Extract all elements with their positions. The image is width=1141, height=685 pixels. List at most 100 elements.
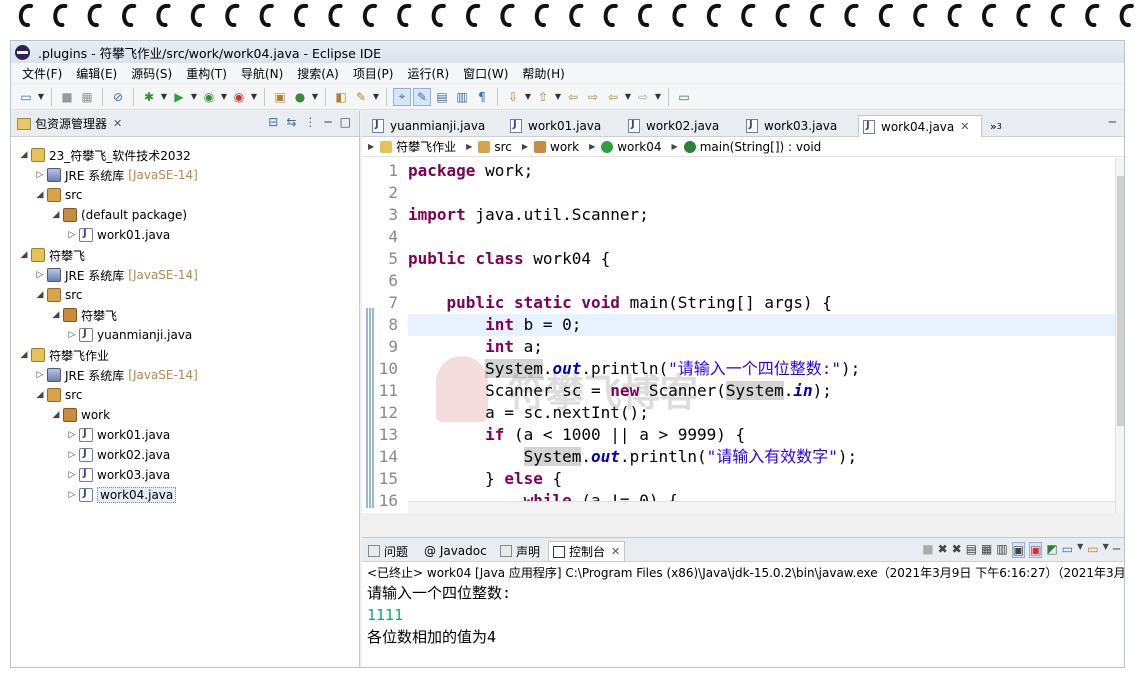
tree-item[interactable]: ◢ 符攀飞 — [51, 305, 117, 325]
code-line[interactable]: package work; — [408, 160, 1115, 182]
menu-project[interactable]: 项目(P) — [346, 65, 401, 82]
code-line[interactable]: public class work04 { — [408, 248, 1115, 270]
code-area[interactable]: 1 2 3 4 5 6 7 8 9 10 11 12 13 14 15 16 package work; imp… — [362, 158, 1124, 513]
tab-overflow[interactable]: » 3 — [986, 115, 1002, 137]
collapsed-arrow-icon[interactable]: ▷ — [67, 230, 77, 240]
tree-item[interactable]: ▷ work03.java — [67, 465, 170, 485]
breadcrumb-item[interactable]: ▶ 符攀飞作业 — [368, 138, 456, 155]
expanded-arrow-icon[interactable]: ◢ — [19, 250, 29, 260]
block-selection-icon[interactable]: ▤ — [433, 88, 451, 106]
open-perspective-icon[interactable]: ▭ — [675, 88, 693, 106]
maximize-icon[interactable]: □ — [340, 115, 351, 129]
back-icon[interactable]: ⇦ — [604, 88, 622, 106]
breadcrumb-arrow-icon[interactable]: ▶ — [522, 142, 528, 151]
collapsed-arrow-icon[interactable]: ▷ — [67, 450, 77, 460]
next-annotation-dropdown-icon[interactable]: ▼ — [524, 88, 532, 106]
expanded-arrow-icon[interactable]: ◢ — [51, 410, 61, 420]
menu-navigate[interactable]: 导航(N) — [234, 65, 290, 82]
expanded-arrow-icon[interactable]: ◢ — [19, 150, 29, 160]
code-line[interactable]: if (a < 1000 || a > 9999) { — [408, 424, 1115, 446]
new-class-dropdown-icon[interactable]: ▼ — [311, 88, 319, 106]
tree-item[interactable]: ▷ work04.java — [67, 485, 177, 505]
tree-item[interactable]: ◢ 23_符攀飞_软件技术2032 — [19, 145, 191, 165]
previous-annotation-icon[interactable]: ⇧ — [534, 88, 552, 106]
collapsed-arrow-icon[interactable]: ▷ — [67, 330, 77, 340]
minimize-icon[interactable]: ─ — [324, 115, 331, 129]
menu-file[interactable]: 文件(F) — [15, 65, 69, 82]
debug-icon[interactable]: ✱ — [140, 88, 158, 106]
new-icon[interactable]: ▭ — [17, 88, 35, 106]
menu-source[interactable]: 源码(S) — [124, 65, 179, 82]
previous-annotation-dropdown-icon[interactable]: ▼ — [554, 88, 562, 106]
show-on-output-icon[interactable]: ▣ — [1011, 542, 1026, 558]
tab-console[interactable]: 控制台 ✕ — [548, 541, 626, 561]
run-icon[interactable]: ▶ — [170, 88, 188, 106]
remove-all-terminated-icon[interactable]: ✖ — [952, 542, 962, 558]
tree-item[interactable]: ▷ yuanmianji.java — [67, 325, 192, 345]
external-tools-dropdown-icon[interactable]: ▼ — [250, 88, 258, 106]
expanded-arrow-icon[interactable]: ◢ — [35, 190, 45, 200]
open-console-icon[interactable]: ▭ — [1087, 542, 1098, 558]
code-line[interactable]: import java.util.Scanner; — [408, 204, 1115, 226]
open-type-icon[interactable]: ◧ — [332, 88, 350, 106]
remove-launch-icon[interactable]: ✖ — [938, 542, 948, 558]
package-explorer-title[interactable]: 包资源管理器 — [35, 115, 107, 132]
code-line[interactable] — [408, 182, 1115, 204]
skip-breakpoints-icon[interactable]: ⊘ — [109, 88, 127, 106]
tab-declaration[interactable]: 声明 — [500, 541, 540, 561]
close-icon[interactable]: ✕ — [611, 545, 620, 558]
tab-javadoc[interactable]: @ Javadoc — [424, 541, 487, 561]
breadcrumb-item[interactable]: ▶ main(String[]) : void — [672, 140, 822, 154]
display-dropdown-icon[interactable]: ▼ — [1077, 542, 1083, 558]
pin-console-icon[interactable]: ◩ — [1046, 542, 1057, 558]
breadcrumb-arrow-icon[interactable]: ▶ — [368, 142, 374, 151]
breadcrumb-item[interactable]: ▶ work04 — [589, 140, 661, 154]
expanded-arrow-icon[interactable]: ◢ — [51, 210, 61, 220]
menu-refactor[interactable]: 重构(T) — [179, 65, 234, 82]
collapsed-arrow-icon[interactable]: ▷ — [35, 370, 45, 380]
save-icon[interactable]: ■ — [58, 88, 76, 106]
display-console-icon[interactable]: ▭ — [1062, 542, 1073, 558]
back-dropdown-icon[interactable]: ▼ — [624, 88, 632, 106]
run-dropdown-icon[interactable]: ▼ — [190, 88, 198, 106]
breadcrumb-arrow-icon[interactable]: ▶ — [466, 142, 472, 151]
tree-item[interactable]: ▷ work01.java — [67, 425, 170, 445]
tree-item[interactable]: ◢ src — [35, 185, 83, 205]
new-java-project-icon[interactable]: ▣ — [271, 88, 289, 106]
code-line[interactable] — [408, 226, 1115, 248]
show-whitespace-icon[interactable]: ¶ — [473, 88, 491, 106]
collapsed-arrow-icon[interactable]: ▷ — [35, 270, 45, 280]
tree-item[interactable]: ▷ JRE 系统库 [JavaSE-14] — [35, 165, 198, 185]
collapsed-arrow-icon[interactable]: ▷ — [67, 490, 77, 500]
save-all-icon[interactable]: ▦ — [78, 88, 96, 106]
last-edit-location-icon[interactable]: ⇦ — [564, 88, 582, 106]
menu-run[interactable]: 运行(R) — [400, 65, 456, 82]
new-dropdown-icon[interactable]: ▼ — [37, 88, 45, 106]
tree-item[interactable]: ◢ src — [35, 285, 83, 305]
tab-problems[interactable]: 问题 — [368, 541, 408, 561]
terminate-icon[interactable]: ■ — [922, 542, 933, 558]
code-line[interactable]: public static void main(String[] args) { — [408, 292, 1115, 314]
link-with-editor-icon[interactable]: ⇆ — [286, 115, 296, 129]
tree-item[interactable]: ◢ 符攀飞作业 — [19, 345, 109, 365]
close-icon[interactable]: ✕ — [960, 120, 969, 133]
expanded-arrow-icon[interactable]: ◢ — [51, 310, 61, 320]
vertical-scrollbar[interactable] — [1115, 158, 1124, 513]
clear-console-icon[interactable]: ▤ — [966, 542, 977, 558]
tree-item[interactable]: ▷ JRE 系统库 [JavaSE-14] — [35, 265, 198, 285]
toggle-mark-occurrences-icon[interactable]: ✎ — [413, 87, 431, 106]
expanded-arrow-icon[interactable]: ◢ — [35, 290, 45, 300]
tab-work01[interactable]: work01.java — [506, 115, 601, 137]
code-line[interactable]: int b = 0; — [408, 314, 1115, 336]
tab-work04[interactable]: work04.java ✕ — [858, 115, 982, 137]
tree-item[interactable]: ◢ work — [51, 405, 110, 425]
code-line[interactable]: Scanner sc = new Scanner(System.in); — [408, 380, 1115, 402]
code-line[interactable]: int a; — [408, 336, 1115, 358]
word-wrap-icon[interactable]: ▥ — [996, 542, 1007, 558]
close-icon[interactable]: ✕ — [113, 117, 122, 130]
toggle-breadcrumb-icon[interactable]: ⌖ — [393, 87, 411, 106]
collapsed-arrow-icon[interactable]: ▷ — [67, 470, 77, 480]
menu-window[interactable]: 窗口(W) — [456, 65, 515, 82]
tree-item[interactable]: ▷ work02.java — [67, 445, 170, 465]
tree-item[interactable]: ▷ work01.java — [67, 225, 170, 245]
